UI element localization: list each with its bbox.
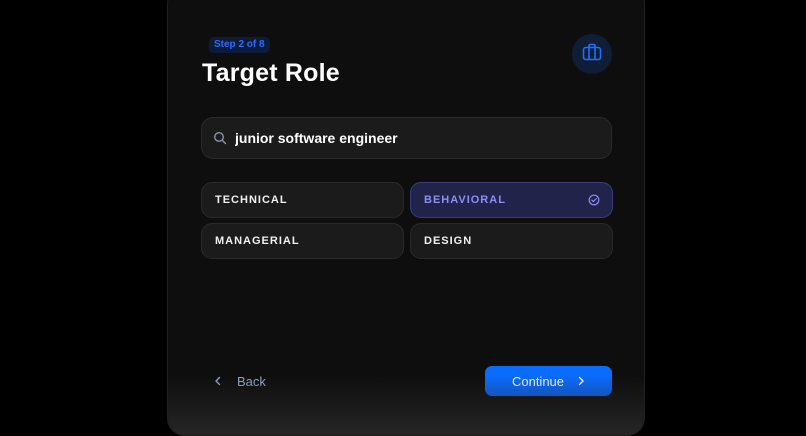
category-label: DESIGN — [424, 235, 473, 247]
chevron-left-icon — [214, 376, 222, 386]
step-indicator: Step 2 of 8 — [209, 37, 270, 53]
briefcase-icon — [582, 43, 602, 66]
chevron-right-icon — [577, 376, 585, 386]
role-icon-badge — [572, 34, 612, 74]
category-managerial[interactable]: MANAGERIAL — [201, 223, 404, 259]
category-label: TECHNICAL — [215, 194, 288, 206]
selected-check-icon — [588, 194, 600, 206]
onboarding-card: Step 2 of 8 Target Role TECHNICAL BEHAVI… — [167, 0, 645, 436]
search-input[interactable] — [235, 130, 611, 146]
back-label: Back — [237, 373, 266, 389]
category-label: BEHAVIORAL — [424, 194, 506, 206]
category-label: MANAGERIAL — [215, 235, 300, 247]
continue-label: Continue — [511, 373, 565, 389]
category-behavioral[interactable]: BEHAVIORAL — [410, 182, 613, 218]
back-button[interactable]: Back — [214, 372, 266, 390]
search-icon — [213, 131, 227, 145]
category-technical[interactable]: TECHNICAL — [201, 182, 404, 218]
search-field[interactable] — [201, 117, 612, 159]
category-design[interactable]: DESIGN — [410, 223, 613, 259]
page-title: Target Role — [202, 59, 340, 87]
continue-button[interactable]: Continue — [485, 366, 612, 396]
